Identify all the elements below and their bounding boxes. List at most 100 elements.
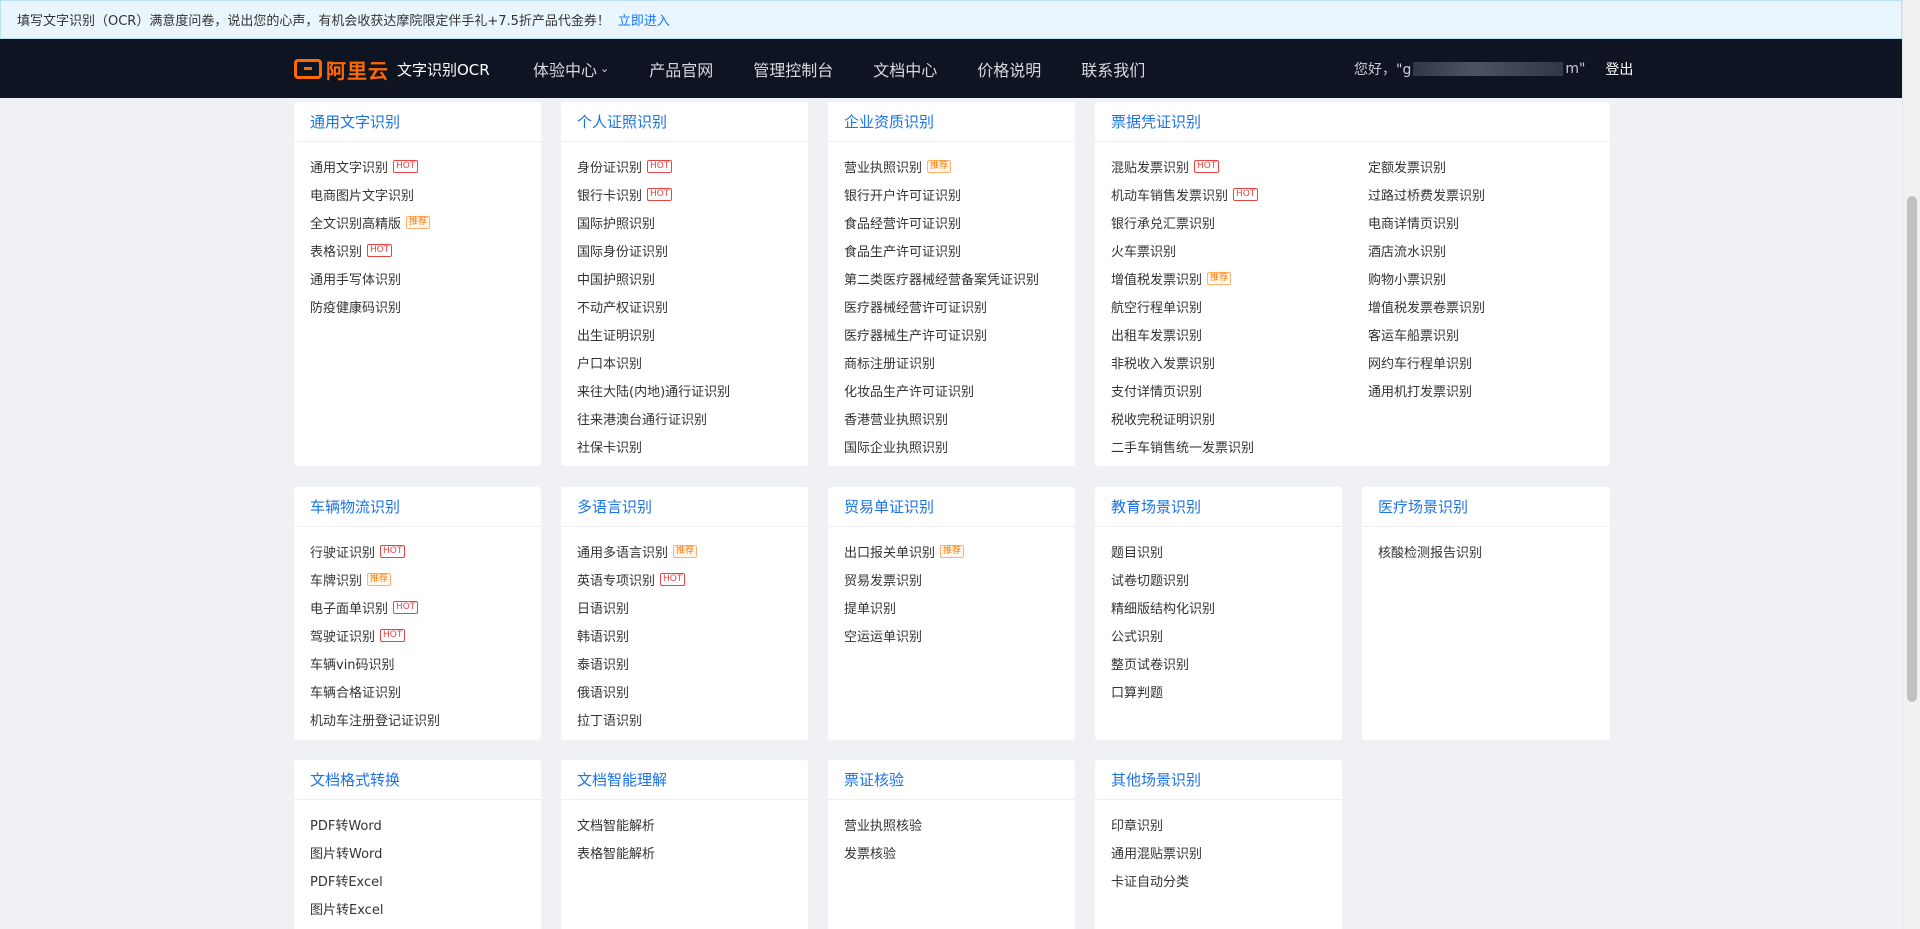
ocr-service-link[interactable]: 户口本识别	[577, 348, 792, 376]
ocr-service-link[interactable]: 混贴发票识别 HOT	[1111, 152, 1594, 180]
card-title: 文档智能理解	[577, 771, 668, 789]
ocr-service-link[interactable]: 医疗器械经营许可证识别	[844, 292, 1059, 320]
ocr-service-link[interactable]: 过路过桥费发票识别	[1368, 180, 1485, 208]
ocr-service-link[interactable]: 行驶证识别 HOT	[310, 537, 525, 565]
scrollbar-thumb[interactable]	[1907, 196, 1917, 702]
ocr-service-link[interactable]: 营业执照核验	[844, 810, 1059, 838]
ocr-service-link[interactable]: 图片转Word	[310, 838, 525, 866]
ocr-service-link[interactable]: 客运车船票识别	[1368, 320, 1485, 348]
ocr-service-label: 食品生产许可证识别	[844, 244, 962, 260]
ocr-service-link[interactable]: PDF转Word	[310, 810, 525, 838]
ocr-service-link[interactable]: 俄语识别	[577, 677, 792, 705]
ocr-service-link[interactable]: 驾驶证识别 HOT	[310, 621, 525, 649]
ocr-service-link[interactable]: PDF转Excel	[310, 866, 525, 894]
nav-console[interactable]: 管理控制台	[753, 57, 833, 81]
ocr-service-link[interactable]: 化妆品生产许可证识别	[844, 376, 1059, 404]
ocr-service-link[interactable]: 银行卡识别 HOT	[577, 180, 792, 208]
ocr-service-link[interactable]: 税收完税证明识别	[1111, 404, 1594, 432]
ocr-service-link[interactable]: 图片转Excel	[310, 894, 525, 922]
ocr-service-link[interactable]: 通用文字识别 HOT	[310, 152, 525, 180]
ocr-service-link[interactable]: 营业执照识别 推荐	[844, 152, 1059, 180]
ocr-service-link[interactable]: 试卷切题识别	[1111, 565, 1326, 593]
nav-experience-center[interactable]: 体验中心 ⌄	[533, 57, 609, 81]
ocr-service-link[interactable]: 车辆合格证识别	[310, 677, 525, 705]
ocr-service-link[interactable]: 题目识别	[1111, 537, 1326, 565]
ocr-service-link[interactable]: 食品经营许可证识别	[844, 208, 1059, 236]
ocr-service-link[interactable]: 整页试卷识别	[1111, 649, 1326, 677]
ocr-service-link[interactable]: 全文识别高精版 推荐	[310, 208, 525, 236]
ocr-service-link[interactable]: 电子面单识别 HOT	[310, 593, 525, 621]
ocr-service-link[interactable]: 非税收入发票识别	[1111, 348, 1594, 376]
ocr-service-link[interactable]: 二手车销售统一发票识别	[1111, 432, 1594, 460]
ocr-service-link[interactable]: 提单识别	[844, 593, 1059, 621]
ocr-service-link[interactable]: 火车票识别	[1111, 236, 1594, 264]
ocr-service-link[interactable]: 文档智能解析	[577, 810, 792, 838]
nav-docs[interactable]: 文档中心	[873, 57, 937, 81]
survey-enter-link[interactable]: 立即进入	[618, 10, 670, 29]
ocr-service-link[interactable]: 航空行程单识别	[1111, 292, 1594, 320]
ocr-service-link[interactable]: 医疗器械生产许可证识别	[844, 320, 1059, 348]
ocr-service-link[interactable]: 机动车注册登记证识别	[310, 705, 525, 733]
ocr-service-link[interactable]: 公式识别	[1111, 621, 1326, 649]
ocr-service-link[interactable]: 出口报关单识别 推荐	[844, 537, 1059, 565]
ocr-service-link[interactable]: 第二类医疗器械经营备案凭证识别	[844, 264, 1059, 292]
ocr-service-link[interactable]: 酒店流水识别	[1368, 236, 1485, 264]
ocr-service-link[interactable]: 支付详情页识别	[1111, 376, 1594, 404]
nav-product-site[interactable]: 产品官网	[649, 57, 713, 81]
ocr-service-label: 精细版结构化识别	[1111, 601, 1216, 617]
nav-contact[interactable]: 联系我们	[1081, 57, 1145, 81]
ocr-service-link[interactable]: 拉丁语识别	[577, 705, 792, 733]
ocr-service-link[interactable]: 增值税发票卷票识别	[1368, 292, 1485, 320]
ocr-service-link[interactable]: 出生证明识别	[577, 320, 792, 348]
ocr-service-link[interactable]: 口算判题	[1111, 677, 1326, 705]
ocr-service-link[interactable]: 英语专项识别 HOT	[577, 565, 792, 593]
ocr-service-link[interactable]: 国际护照识别	[577, 208, 792, 236]
ocr-service-link[interactable]: 通用多语言识别 推荐	[577, 537, 792, 565]
ocr-service-link[interactable]: 表格智能解析	[577, 838, 792, 866]
ocr-service-link[interactable]: 防疫健康码识别	[310, 292, 525, 320]
ocr-service-link[interactable]: 通用机打发票识别	[1368, 376, 1485, 404]
ocr-service-link[interactable]: 香港营业执照识别	[844, 404, 1059, 432]
aliyun-logo[interactable]: 阿里云 文字识别OCR	[294, 57, 490, 83]
ocr-service-link[interactable]: 印章识别	[1111, 810, 1326, 838]
ocr-service-link[interactable]: 机动车销售发票识别 HOT	[1111, 180, 1594, 208]
ocr-service-link[interactable]: 电商图片文字识别	[310, 180, 525, 208]
ocr-service-label: 防疫健康码识别	[310, 300, 402, 316]
ocr-service-link[interactable]: 社保卡识别	[577, 432, 792, 460]
ocr-service-link[interactable]: 卡证自动分类	[1111, 866, 1326, 894]
ocr-service-link[interactable]: 通用混贴票识别	[1111, 838, 1326, 866]
ocr-service-link[interactable]: 银行承兑汇票识别	[1111, 208, 1594, 236]
ocr-service-link[interactable]: 网约车行程单识别	[1368, 348, 1485, 376]
ocr-service-link[interactable]: 食品生产许可证识别	[844, 236, 1059, 264]
ocr-service-link[interactable]: 增值税发票识别 推荐	[1111, 264, 1594, 292]
ocr-service-link[interactable]: 定额发票识别	[1368, 152, 1485, 180]
ocr-service-link[interactable]: 身份证识别 HOT	[577, 152, 792, 180]
ocr-service-link[interactable]: 商标注册证识别	[844, 348, 1059, 376]
ocr-service-link[interactable]: 出租车发票识别	[1111, 320, 1594, 348]
ocr-service-link[interactable]: 核酸检测报告识别	[1378, 537, 1594, 565]
ocr-service-link[interactable]: 电商详情页识别	[1368, 208, 1485, 236]
ocr-service-link[interactable]: 韩语识别	[577, 621, 792, 649]
ocr-service-link[interactable]: 表格识别 HOT	[310, 236, 525, 264]
ocr-service-link[interactable]: 贸易发票识别	[844, 565, 1059, 593]
ocr-service-link[interactable]: 车辆vin码识别	[310, 649, 525, 677]
category-card: 企业资质识别 营业执照识别 推荐 银行开户许可证识别 食品经营许可证识别 食品生产许可证识…	[828, 102, 1075, 466]
ocr-service-link[interactable]: 不动产权证识别	[577, 292, 792, 320]
ocr-service-link[interactable]: 空运运单识别	[844, 621, 1059, 649]
page-scrollbar[interactable]	[1902, 0, 1920, 929]
ocr-service-link[interactable]: 泰语识别	[577, 649, 792, 677]
ocr-service-link[interactable]: 来往大陆(内地)通行证识别	[577, 376, 792, 404]
ocr-service-link[interactable]: 精细版结构化识别	[1111, 593, 1326, 621]
ocr-service-link[interactable]: 日语识别	[577, 593, 792, 621]
ocr-service-link[interactable]: 国际身份证识别	[577, 236, 792, 264]
ocr-service-link[interactable]: 通用手写体识别	[310, 264, 525, 292]
ocr-service-link[interactable]: 车牌识别 推荐	[310, 565, 525, 593]
ocr-service-link[interactable]: 银行开户许可证识别	[844, 180, 1059, 208]
ocr-service-link[interactable]: 发票核验	[844, 838, 1059, 866]
logout-button[interactable]: 登出	[1605, 59, 1633, 79]
ocr-service-link[interactable]: 国际企业执照识别	[844, 432, 1059, 460]
nav-pricing[interactable]: 价格说明	[977, 57, 1041, 81]
ocr-service-link[interactable]: 中国护照识别	[577, 264, 792, 292]
ocr-service-link[interactable]: 购物小票识别	[1368, 264, 1485, 292]
ocr-service-link[interactable]: 往来港澳台通行证识别	[577, 404, 792, 432]
